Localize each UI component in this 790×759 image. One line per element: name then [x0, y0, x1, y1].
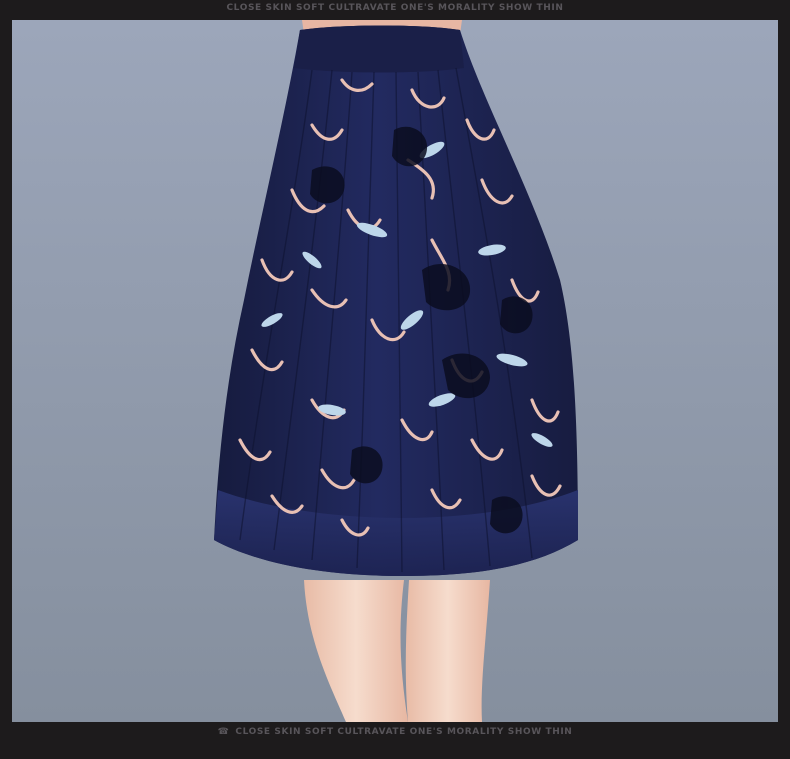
product-photo-frame: CLOSE SKIN SOFT CULTRAVATE ONE'S MORALIT…: [0, 0, 790, 759]
skirt-illustration: [12, 20, 778, 722]
right-leg: [405, 580, 490, 722]
header-caption: CLOSE SKIN SOFT CULTRAVATE ONE'S MORALIT…: [226, 3, 564, 13]
waistband: [294, 25, 464, 73]
car-icon: ☎: [217, 727, 230, 737]
footer-caption-text: CLOSE SKIN SOFT CULTRAVATE ONE'S MORALIT…: [235, 727, 573, 737]
footer-caption: ☎ CLOSE SKIN SOFT CULTRAVATE ONE'S MORALI…: [0, 727, 790, 737]
product-photo: [12, 20, 778, 722]
